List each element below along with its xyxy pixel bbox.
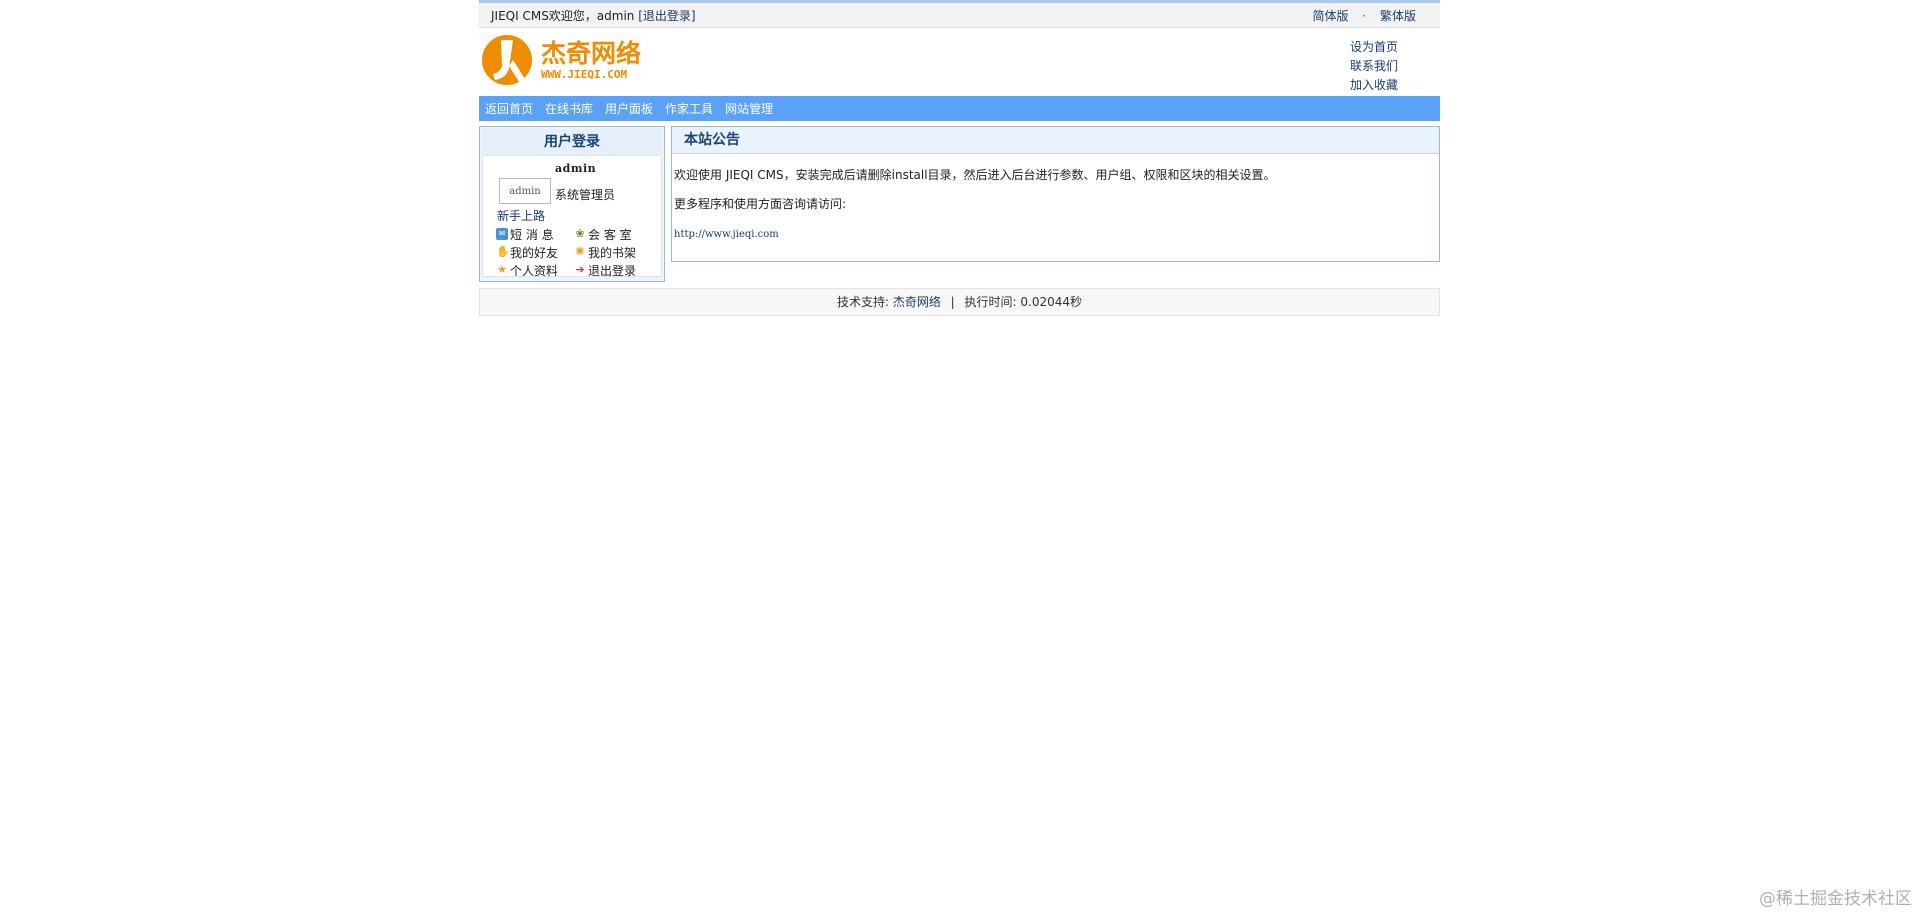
support-label: 技术支持: (836, 295, 889, 309)
lounge-label: 会 客 室 (588, 227, 632, 242)
site-logo[interactable]: 杰奇网络 WWW.JIEQI.COM (479, 32, 659, 88)
chat-icon: ❀ (575, 227, 585, 240)
page-container: JIEQI CMS欢迎您，admin [退出登录] 简体版 · 繁体版 杰奇网络… (479, 0, 1440, 316)
site-notice-panel: 本站公告 欢迎使用 JIEQI CMS，安装完成后请删除install目录，然后… (671, 126, 1440, 262)
footer-separator: | (950, 295, 955, 309)
language-separator: · (1362, 8, 1367, 23)
left-column: 用户登录 admin admin 系统管理员 新手上路 ✉ 短 消 息 ❀ 会 … (479, 126, 665, 282)
bookshelf-label: 我的书架 (588, 245, 637, 260)
logo-icon: 杰奇网络 WWW.JIEQI.COM (482, 35, 641, 85)
friends-link[interactable]: ✋ 我的好友 (496, 244, 574, 260)
mail-icon: ✉ (496, 228, 508, 240)
nav-library[interactable]: 在线书库 (545, 100, 593, 117)
user-links: ✉ 短 消 息 ❀ 会 客 室 ✋ 我的好友 ✺ 我的书架 ★ 个人资料 ➔ 退… (496, 226, 656, 278)
profile-icon: ★ (497, 263, 507, 276)
welcome-text: JIEQI CMS欢迎您，admin (491, 8, 635, 23)
user-login-panel: 用户登录 admin admin 系统管理员 新手上路 ✉ 短 消 息 ❀ 会 … (479, 126, 665, 282)
nav-writer-tools[interactable]: 作家工具 (665, 100, 713, 117)
messages-link[interactable]: ✉ 短 消 息 (496, 226, 574, 242)
support-link[interactable]: 杰奇网络 (893, 295, 941, 309)
right-column: 本站公告 欢迎使用 JIEQI CMS，安装完成后请删除install目录，然后… (671, 126, 1440, 282)
header-links: 设为首页 联系我们 加入收藏 (1350, 38, 1398, 95)
footer: 技术支持: 杰奇网络 | 执行时间: 0.02044秒 (479, 288, 1440, 316)
top-bar: JIEQI CMS欢迎您，admin [退出登录] 简体版 · 繁体版 (479, 0, 1440, 28)
friends-icon: ✋ (496, 245, 510, 258)
login-panel-title: 用户登录 (482, 129, 662, 155)
bookshelf-link[interactable]: ✺ 我的书架 (574, 244, 656, 260)
newbie-guide-link[interactable]: 新手上路 (497, 207, 545, 224)
messages-label: 短 消 息 (510, 227, 554, 242)
contact-us-link[interactable]: 联系我们 (1350, 57, 1398, 76)
profile-link[interactable]: ★ 个人资料 (496, 262, 574, 278)
nav-user-panel[interactable]: 用户面板 (605, 100, 653, 117)
logo-url-text: WWW.JIEQI.COM (541, 68, 627, 81)
add-favorite-link[interactable]: 加入收藏 (1350, 76, 1398, 95)
friends-label: 我的好友 (510, 245, 559, 260)
username: admin (555, 162, 597, 175)
traditional-link[interactable]: 繁体版 (1380, 9, 1416, 23)
welcome-area: JIEQI CMS欢迎您，admin [退出登录] (491, 7, 696, 24)
user-role: 系统管理员 (555, 188, 616, 202)
logout-icon: ➔ (575, 263, 585, 276)
bookshelf-icon: ✺ (575, 245, 585, 258)
logout-label: 退出登录 (588, 263, 637, 278)
top-logout-link[interactable]: [退出登录] (638, 9, 695, 23)
notice-title: 本站公告 (672, 127, 1439, 154)
nav-site-admin[interactable]: 网站管理 (725, 100, 773, 117)
nav-home[interactable]: 返回首页 (485, 100, 533, 117)
notice-line-2: 更多程序和使用方面咨询请访问: (674, 197, 847, 211)
lounge-link[interactable]: ❀ 会 客 室 (574, 226, 656, 242)
exec-time: 执行时间: 0.02044秒 (964, 295, 1083, 309)
set-homepage-link[interactable]: 设为首页 (1350, 38, 1398, 57)
avatar: admin (499, 178, 551, 204)
main-nav: 返回首页 在线书库 用户面板 作家工具 网站管理 (479, 96, 1440, 121)
notice-body: 欢迎使用 JIEQI CMS，安装完成后请删除install目录，然后进入后台进… (672, 154, 1439, 254)
watermark: @稀土掘金技术社区 (1759, 889, 1912, 909)
content-area: 用户登录 admin admin 系统管理员 新手上路 ✉ 短 消 息 ❀ 会 … (479, 126, 1440, 282)
profile-label: 个人资料 (510, 263, 559, 278)
logout-link[interactable]: ➔ 退出登录 (574, 262, 656, 278)
header: 杰奇网络 WWW.JIEQI.COM 设为首页 联系我们 加入收藏 (479, 28, 1440, 96)
simplified-link[interactable]: 简体版 (1312, 9, 1348, 23)
logo-text: 杰奇网络 (541, 39, 641, 68)
login-panel-body: admin admin 系统管理员 新手上路 ✉ 短 消 息 ❀ 会 客 室 ✋… (482, 155, 662, 278)
language-switch: 简体版 · 繁体版 (1312, 7, 1416, 24)
notice-url-link[interactable]: http://www.jieqi.com (674, 229, 779, 240)
notice-line-1: 欢迎使用 JIEQI CMS，安装完成后请删除install目录，然后进入后台进… (674, 168, 1276, 182)
